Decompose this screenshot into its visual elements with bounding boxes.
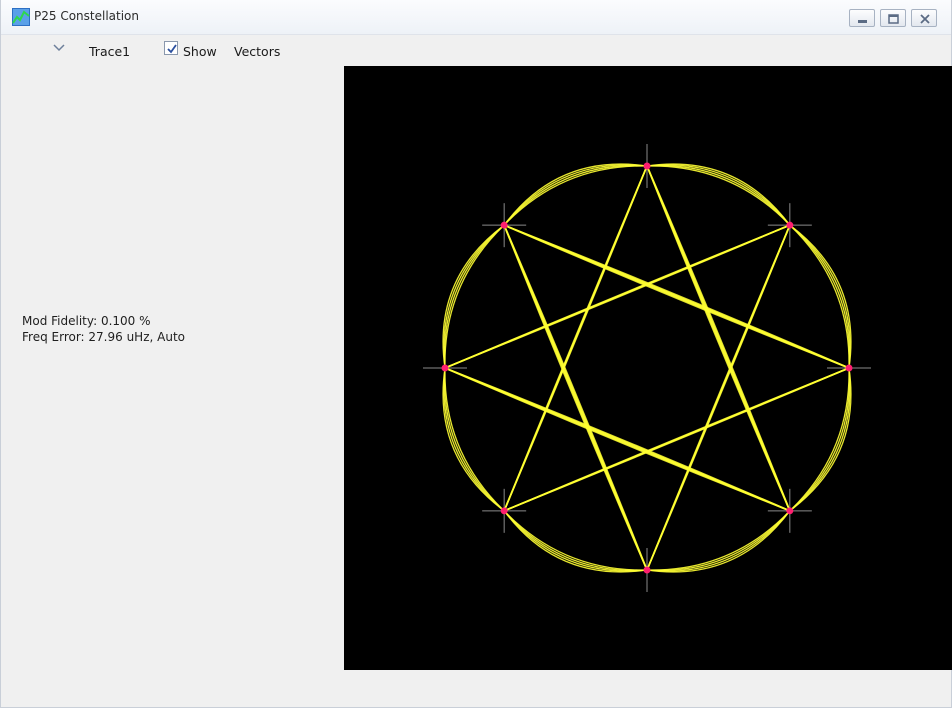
show-vectors-checkbox[interactable] <box>164 41 178 55</box>
vectors-label[interactable]: Vectors <box>234 44 280 59</box>
constellation-symbol <box>441 364 449 372</box>
restore-icon <box>888 14 899 24</box>
close-icon <box>920 14 930 24</box>
constellation-symbol <box>643 566 651 574</box>
constellation-symbol <box>643 162 651 170</box>
constellation-plot[interactable] <box>344 66 952 670</box>
constellation-window: P25 Constellation Trace1 Show Vectors Mo… <box>0 0 952 708</box>
trace-selector-label[interactable]: Trace1 <box>89 44 130 59</box>
constellation-symbol <box>500 507 508 515</box>
constellation-symbol <box>500 221 508 229</box>
restore-button[interactable] <box>880 9 906 27</box>
title-bar[interactable]: P25 Constellation <box>1 0 951 35</box>
window-title: P25 Constellation <box>34 9 139 23</box>
constellation-symbol <box>786 507 794 515</box>
constellation-symbol <box>845 364 853 372</box>
checkmark-icon <box>167 44 177 54</box>
minimize-icon <box>858 20 867 23</box>
show-label[interactable]: Show <box>183 44 217 59</box>
app-chart-icon <box>12 8 30 26</box>
minimize-button[interactable] <box>849 9 875 27</box>
chevron-down-icon[interactable] <box>53 44 65 52</box>
constellation-symbol <box>786 221 794 229</box>
freq-error-readout: Freq Error: 27.96 uHz, Auto <box>22 330 185 344</box>
close-button[interactable] <box>911 9 937 27</box>
constellation-diagram <box>423 144 871 592</box>
mod-fidelity-readout: Mod Fidelity: 0.100 % <box>22 314 151 328</box>
